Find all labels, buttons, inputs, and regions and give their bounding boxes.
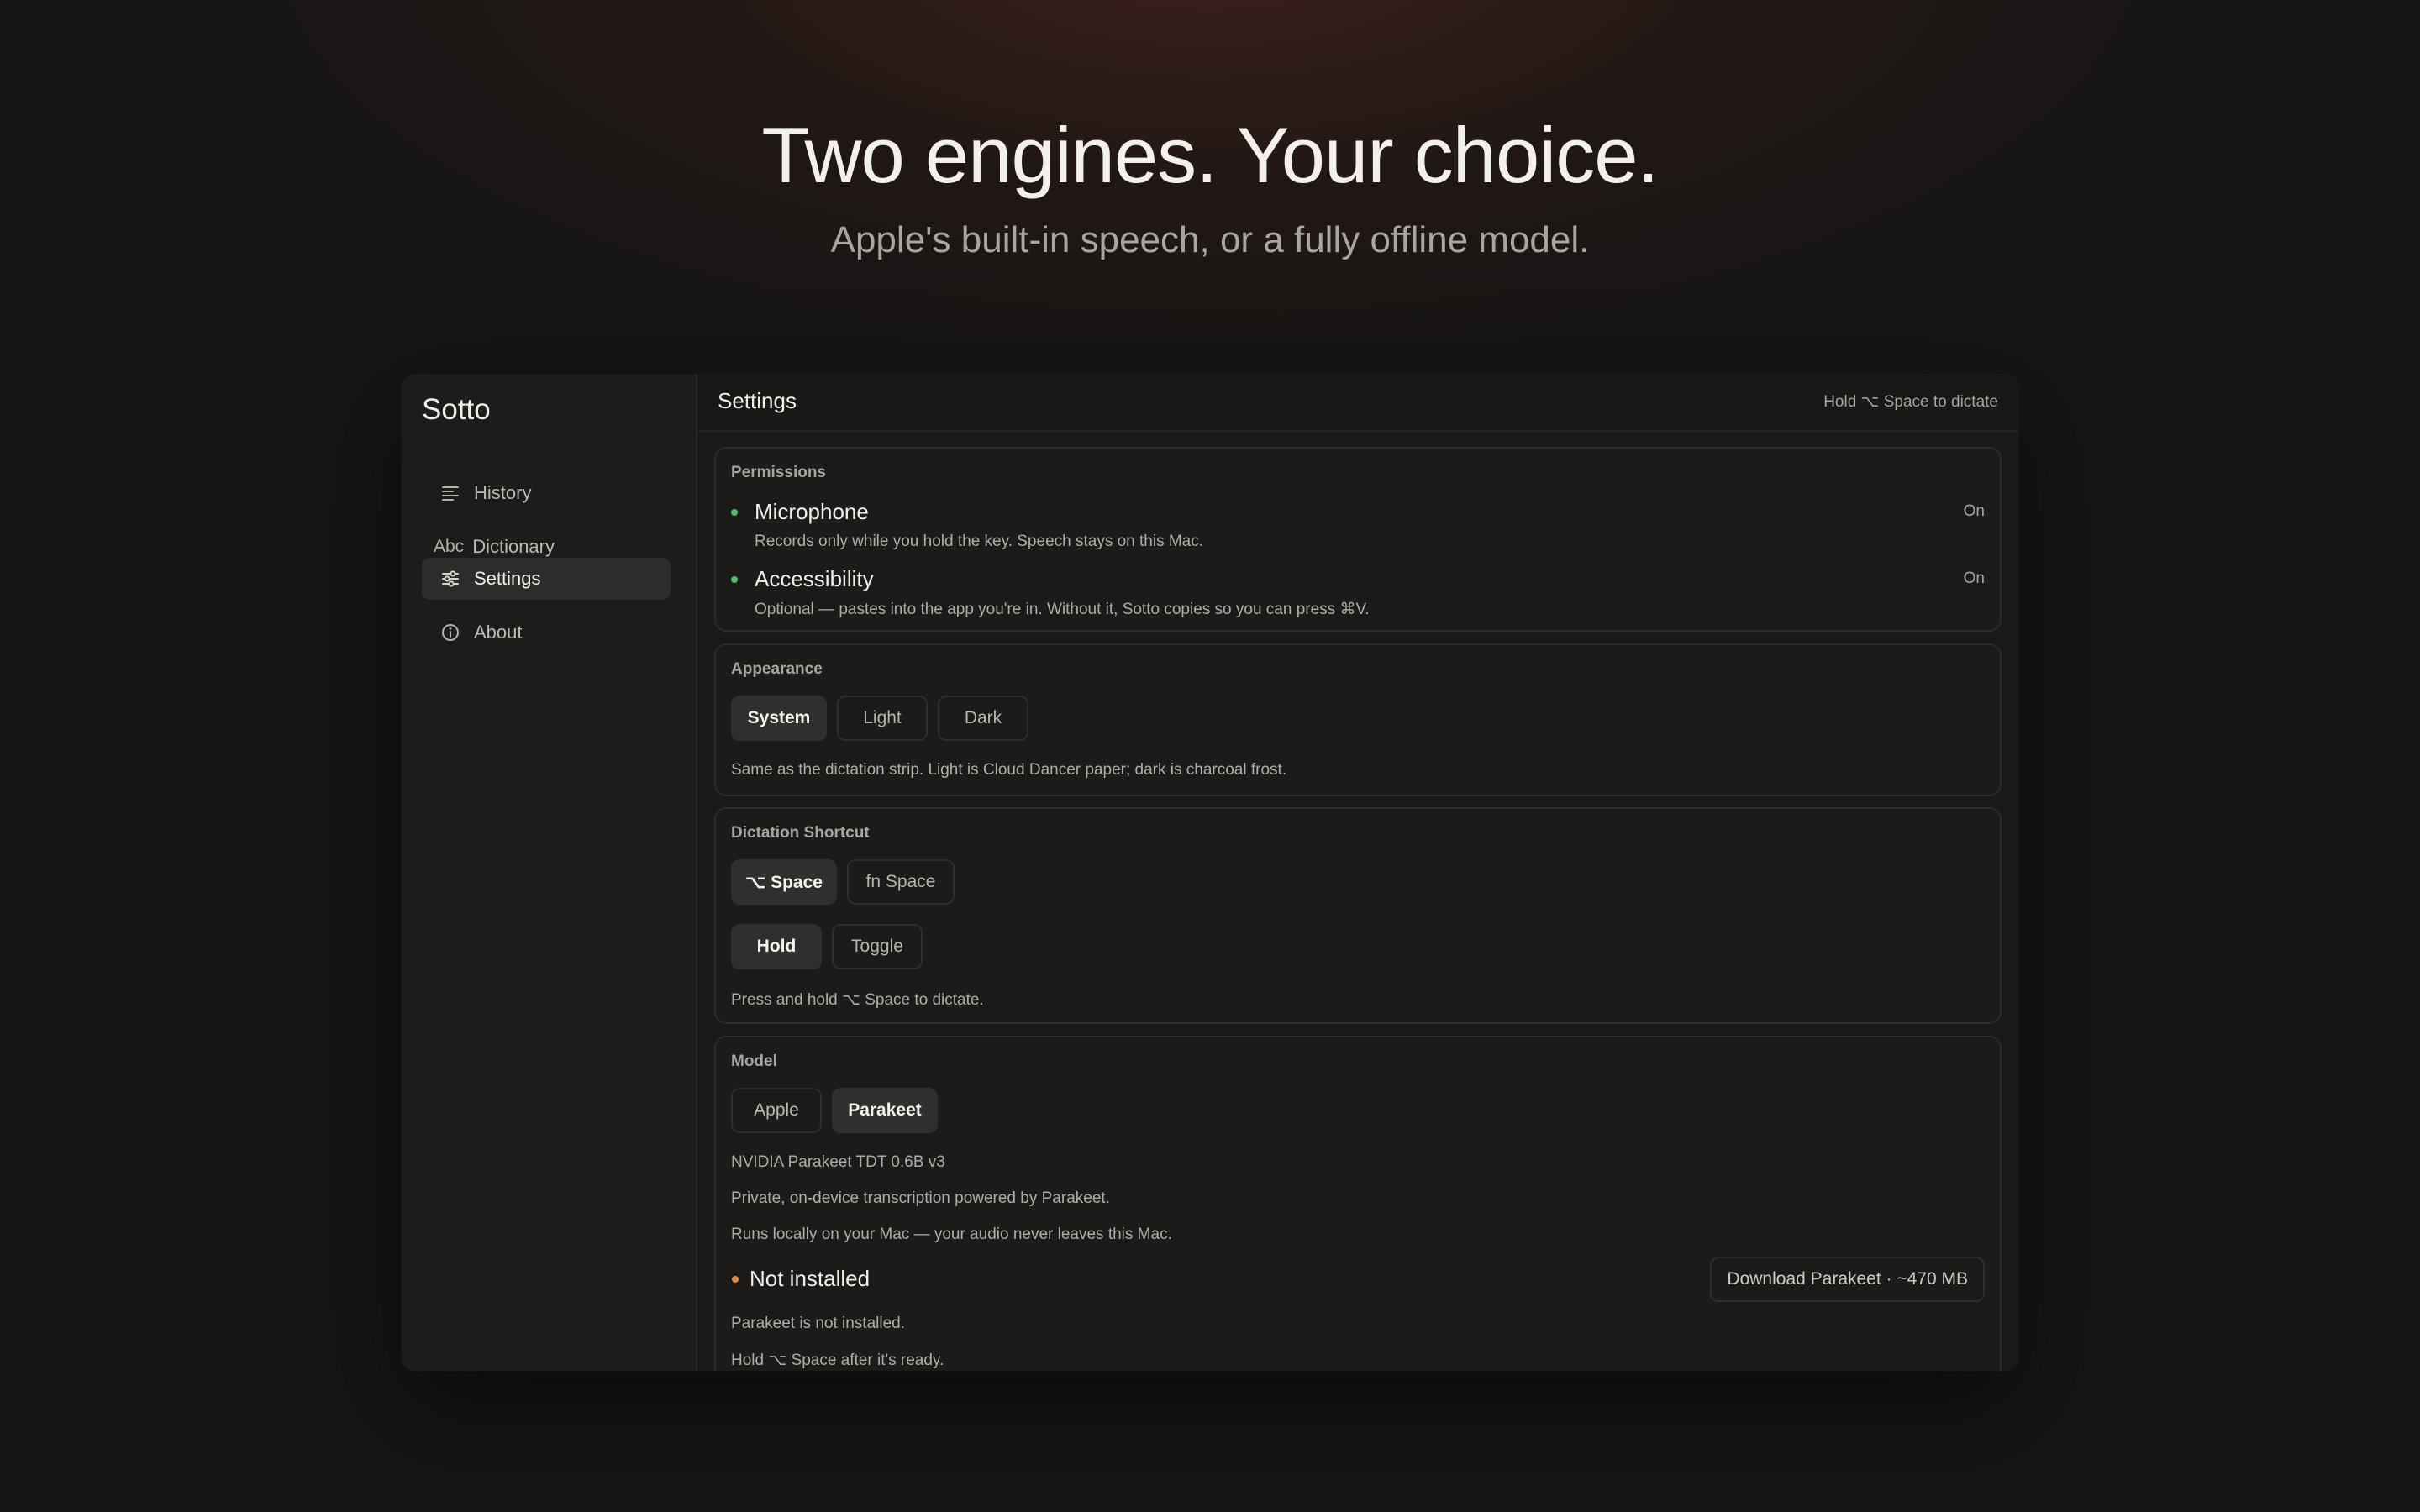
app-window: Sotto History Abc Dictionary Settings Ab…: [402, 375, 2018, 1371]
sidebar: Sotto History Abc Dictionary Settings Ab…: [402, 375, 697, 1371]
model-card: Model Apple Parakeet NVIDIA Parakeet TDT…: [714, 1036, 2002, 1371]
section-title: Permissions: [731, 464, 826, 481]
accessibility-status-dot: [731, 576, 738, 583]
sidebar-item-about[interactable]: About: [422, 612, 671, 654]
sidebar-item-label: About: [474, 622, 523, 643]
section-title: Model: [731, 1053, 777, 1070]
shortcut-description: Press and hold ⌥ Space to dictate.: [731, 991, 984, 1009]
mode-toggle-button[interactable]: Toggle: [832, 924, 923, 969]
section-title: Dictation Shortcut: [731, 824, 870, 842]
accessibility-description: Optional — pastes into the app you're in…: [755, 601, 1370, 618]
shortcut-option-space-button[interactable]: ⌥ Space: [731, 859, 837, 905]
shortcut-hint: Hold ⌥ Space to dictate: [1823, 393, 1998, 411]
accessibility-state[interactable]: On: [1964, 570, 1985, 588]
model-install-note: Parakeet is not installed.: [731, 1315, 906, 1332]
hero-headline: Two engines. Your choice.: [761, 111, 1659, 199]
sidebar-item-label: History: [474, 482, 532, 503]
list-icon: [440, 483, 460, 503]
download-parakeet-button[interactable]: Download Parakeet · ~470 MB: [1710, 1257, 1985, 1302]
model-description: Private, on-device transcription powered…: [731, 1189, 1110, 1207]
toolbar: Settings Hold ⌥ Space to dictate: [697, 375, 2018, 432]
sidebar-item-settings[interactable]: Settings: [422, 558, 671, 600]
section-title: Appearance: [731, 660, 823, 678]
microphone-label: Microphone: [755, 499, 869, 524]
appearance-light-button[interactable]: Light: [837, 696, 928, 741]
model-status: Not installed: [750, 1266, 871, 1291]
sidebar-item-history[interactable]: History: [422, 472, 671, 514]
appearance-card: Appearance System Light Dark Same as the…: [714, 643, 2002, 796]
model-ready-note: Hold ⌥ Space after it's ready.: [731, 1352, 944, 1369]
shortcut-fn-space-button[interactable]: fn Space: [847, 859, 955, 905]
shortcut-card: Dictation Shortcut ⌥ Space fn Space Hold…: [714, 807, 2002, 1024]
page-title: Settings: [718, 388, 797, 413]
accessibility-label: Accessibility: [755, 566, 874, 591]
info-icon: [440, 622, 460, 643]
hero-subheadline: Apple's built-in speech, or a fully offl…: [830, 219, 1590, 260]
sliders-icon: [440, 569, 460, 589]
model-privacy-note: Runs locally on your Mac — your audio ne…: [731, 1226, 1172, 1243]
abc-icon: Abc: [434, 537, 465, 556]
settings-panel: Settings Hold ⌥ Space to dictate Permiss…: [697, 375, 2018, 1371]
microphone-state[interactable]: On: [1964, 502, 1985, 521]
mode-hold-button[interactable]: Hold: [731, 924, 822, 969]
sidebar-item-label: Settings: [474, 568, 541, 589]
appearance-description: Same as the dictation strip. Light is Cl…: [731, 761, 1287, 779]
permissions-card: Permissions Microphone On Records only w…: [714, 447, 2002, 632]
appearance-system-button[interactable]: System: [731, 696, 827, 741]
microphone-description: Records only while you hold the key. Spe…: [755, 533, 1204, 550]
sidebar-item-label: Dictionary: [472, 536, 555, 557]
model-parakeet-button[interactable]: Parakeet: [832, 1088, 938, 1133]
app-title: Sotto: [422, 393, 491, 426]
microphone-status-dot: [731, 509, 738, 516]
model-status-dot: [732, 1276, 739, 1283]
appearance-dark-button[interactable]: Dark: [938, 696, 1028, 741]
model-name: NVIDIA Parakeet TDT 0.6B v3: [731, 1153, 945, 1171]
model-apple-button[interactable]: Apple: [731, 1088, 822, 1133]
